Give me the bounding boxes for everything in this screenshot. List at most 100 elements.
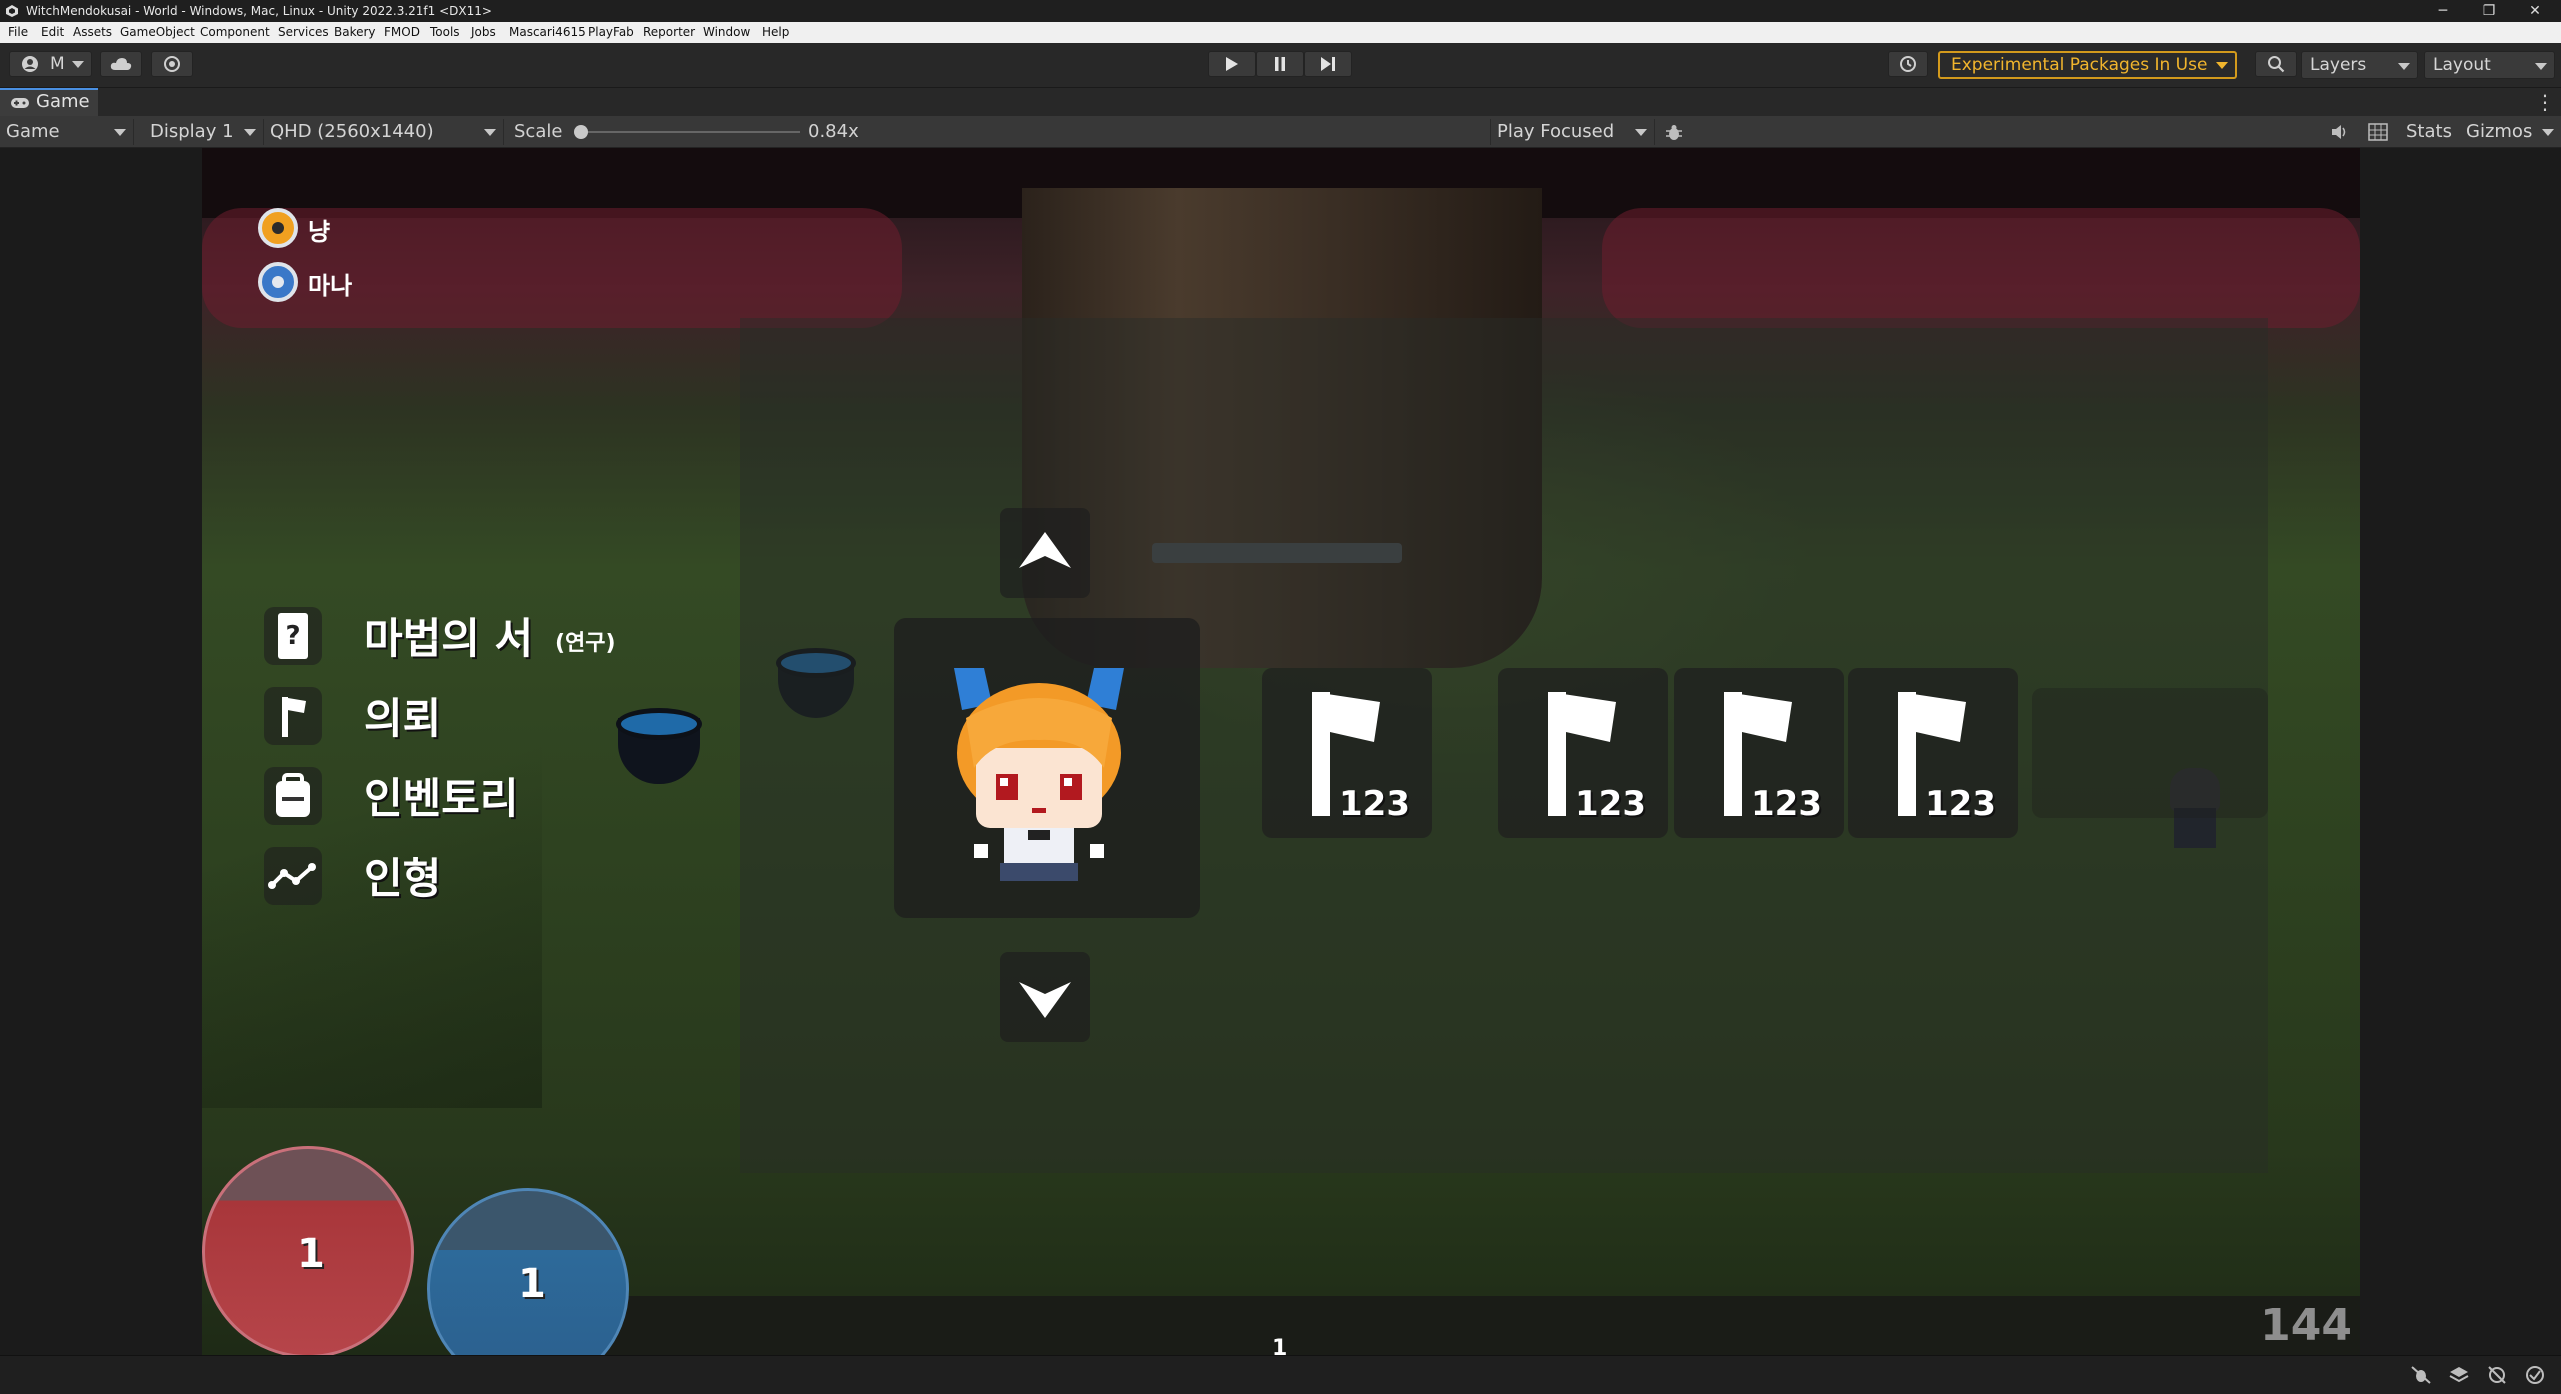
game-viewport[interactable]: 냥 마나 ? 마법의 서 (연구) 의뢰 인벤토리 인형 123 123 123… — [202, 148, 2360, 1355]
view-select[interactable]: Game — [0, 119, 134, 145]
gamepad-icon — [11, 98, 29, 108]
menu-file[interactable]: File — [8, 25, 28, 39]
item-slot[interactable]: 123 — [1498, 668, 1668, 838]
flag-icon — [264, 687, 322, 745]
scale-slider-track[interactable] — [580, 131, 800, 133]
item-slot[interactable]: 123 — [1674, 668, 1844, 838]
check-circle-icon[interactable] — [2524, 1365, 2546, 1385]
menu-assets[interactable]: Assets — [73, 25, 112, 39]
menu-item-label: 인벤토리 — [364, 774, 519, 823]
foliage-right — [1602, 208, 2360, 328]
item-quantity: 123 — [1925, 784, 1996, 824]
menu-item-doll[interactable]: 인형 — [264, 843, 564, 909]
search-button[interactable] — [2255, 51, 2297, 77]
menu-fmod[interactable]: FMOD — [384, 25, 420, 39]
menu-services[interactable]: Services — [278, 25, 329, 39]
chevron-down-icon — [1635, 129, 1647, 136]
kebab-menu-icon[interactable]: ⋮ — [2535, 90, 2555, 114]
spellbook-icon: ? — [264, 607, 322, 665]
hotbar-index: 1 — [1272, 1336, 1288, 1355]
mana-label: 마나 — [308, 272, 353, 300]
menu-item-spellbook[interactable]: ? 마법의 서 (연구) — [264, 603, 644, 669]
grid-icon[interactable] — [2368, 123, 2388, 141]
backpack-icon — [264, 767, 322, 825]
menu-reporter[interactable]: Reporter — [643, 25, 695, 39]
gizmos-dropdown[interactable]: Gizmos — [2460, 119, 2561, 145]
item-slot[interactable]: 123 — [1262, 668, 1432, 838]
mana-orb: 1 — [427, 1188, 629, 1355]
layers-label: Layers — [2310, 55, 2367, 75]
close-button[interactable]: ✕ — [2512, 0, 2558, 22]
cloud-icon — [110, 58, 132, 70]
chevron-up-icon — [1019, 532, 1071, 568]
view-select-value: Game — [6, 121, 60, 142]
menu-item-quest[interactable]: 의뢰 — [264, 683, 564, 749]
tab-game[interactable]: Game — [0, 88, 98, 116]
item-slot[interactable]: 123 — [1848, 668, 2018, 838]
minimize-button[interactable]: ─ — [2420, 0, 2466, 22]
search-icon — [2268, 56, 2285, 73]
account-icon — [22, 56, 38, 72]
menu-playfab[interactable]: PlayFab — [588, 25, 634, 39]
witch-character-icon — [954, 668, 1124, 881]
play-button[interactable] — [1208, 51, 1256, 77]
account-dropdown[interactable]: M — [9, 51, 92, 77]
display-select-value: Display 1 — [150, 121, 234, 142]
stats-button[interactable]: Stats — [2406, 119, 2452, 145]
character-slot[interactable] — [894, 618, 1200, 918]
step-button[interactable] — [1304, 51, 1352, 77]
experimental-packages-label: Experimental Packages In Use — [1951, 55, 2208, 75]
display-select[interactable]: Display 1 — [144, 119, 264, 145]
bug-icon[interactable] — [1664, 123, 1684, 143]
health-orb: 1 — [202, 1146, 414, 1355]
chevron-down-icon — [72, 61, 84, 68]
menu-component[interactable]: Component — [200, 25, 270, 39]
menu-help[interactable]: Help — [762, 25, 789, 39]
chevron-down-icon — [2542, 129, 2554, 136]
layout-label: Layout — [2433, 55, 2491, 75]
layers-stack-icon[interactable] — [2448, 1365, 2470, 1385]
coin-icon — [258, 208, 298, 248]
play-mode-select[interactable]: Play Focused — [1490, 119, 1655, 145]
item-quantity: 123 — [1339, 784, 1410, 824]
title-bar: WitchMendokusai - World - Windows, Mac, … — [0, 0, 2561, 22]
layers-dropdown[interactable]: Layers — [2301, 51, 2418, 79]
scroll-down-button[interactable] — [1000, 952, 1090, 1042]
cloud-button[interactable] — [100, 51, 142, 77]
menu-mascari4615[interactable]: Mascari4615 — [509, 25, 586, 39]
menu-tools[interactable]: Tools — [430, 25, 460, 39]
undo-history-button[interactable] — [1888, 51, 1928, 77]
window-title: WitchMendokusai - World - Windows, Mac, … — [26, 4, 492, 18]
graph-icon — [264, 847, 322, 905]
network-off-icon[interactable] — [2486, 1365, 2508, 1385]
game-view-toolbar: Game Display 1 QHD (2560x1440) Scale 0.8… — [0, 116, 2561, 148]
collab-button[interactable] — [151, 51, 193, 77]
menu-window[interactable]: Window — [703, 25, 750, 39]
chevron-down-icon — [244, 129, 256, 136]
menu-bakery[interactable]: Bakery — [334, 25, 376, 39]
menu-edit[interactable]: Edit — [41, 25, 64, 39]
mana-value: 1 — [518, 1261, 546, 1307]
cauldron-liquid — [616, 708, 702, 740]
layout-dropdown[interactable]: Layout — [2424, 51, 2555, 79]
maximize-button[interactable]: ❐ — [2466, 0, 2512, 22]
menu-jobs[interactable]: Jobs — [471, 25, 496, 39]
resolution-select[interactable]: QHD (2560x1440) — [264, 119, 504, 145]
bug-off-icon[interactable] — [2410, 1365, 2432, 1385]
menu-item-label: 마법의 서 — [364, 614, 534, 663]
item-quantity: 123 — [1751, 784, 1822, 824]
scroll-up-button[interactable] — [1000, 508, 1090, 598]
menu-item-inventory[interactable]: 인벤토리 — [264, 763, 564, 829]
health-value: 1 — [297, 1231, 325, 1277]
chevron-down-icon — [484, 129, 496, 136]
experimental-packages-button[interactable]: Experimental Packages In Use — [1938, 51, 2237, 79]
scale-slider-handle[interactable] — [574, 125, 588, 139]
play-mode-select-value: Play Focused — [1497, 121, 1615, 142]
pause-button[interactable] — [1256, 51, 1304, 77]
fps-counter: 144 — [2260, 1300, 2352, 1351]
menu-gameobject[interactable]: GameObject — [120, 25, 195, 39]
audio-mute-icon[interactable] — [2330, 123, 2350, 141]
scale-value: 0.84x — [808, 121, 859, 142]
unity-logo-icon — [6, 5, 18, 17]
foliage-left — [202, 208, 902, 328]
